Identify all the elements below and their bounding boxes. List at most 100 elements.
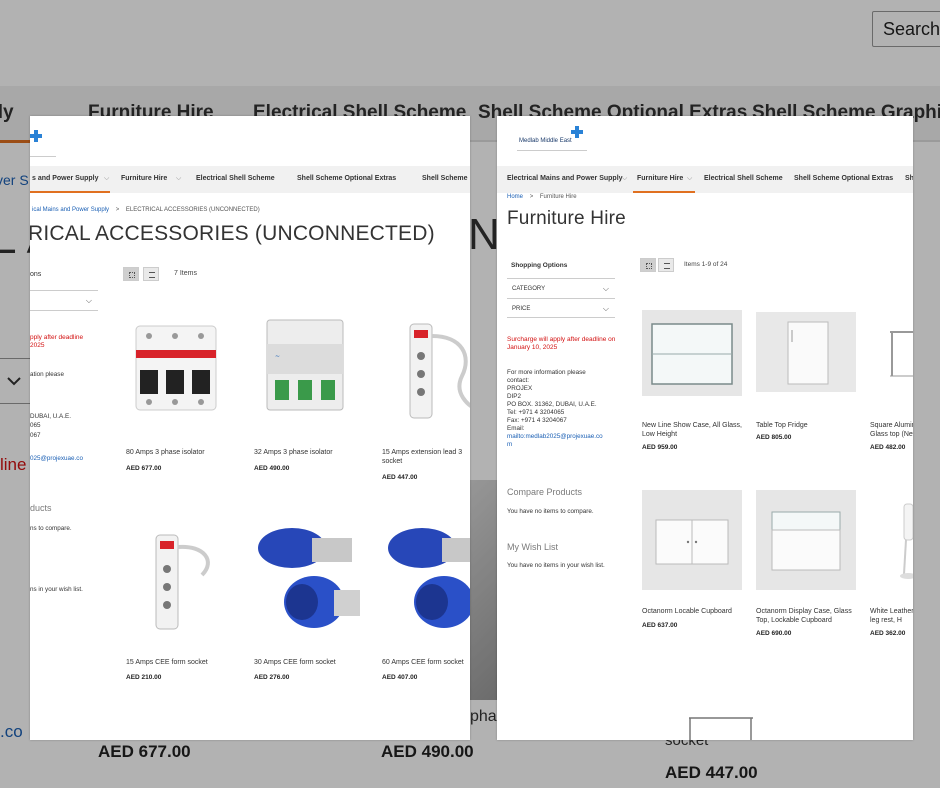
grid-view-icon[interactable] bbox=[640, 258, 656, 272]
nav-item-shell-extras[interactable]: Shell Scheme Optional Extras bbox=[297, 175, 396, 182]
product-image-80a-isolator[interactable] bbox=[126, 316, 226, 416]
product-image-30a-cee[interactable] bbox=[252, 520, 364, 640]
medlab-logo[interactable]: Medlab Middle East bbox=[509, 124, 587, 158]
nav-item-furniture[interactable]: Furniture Hire bbox=[121, 175, 167, 182]
medlab-logo[interactable] bbox=[30, 124, 90, 158]
contact-line: Fax: +971 4 3204067 bbox=[507, 417, 567, 424]
product-image-15a-socket[interactable] bbox=[126, 521, 226, 630]
product-image-extension-lead[interactable] bbox=[392, 316, 470, 419]
chevron-down-icon: ⌵ bbox=[602, 304, 609, 313]
breadcrumb-home[interactable]: Home bbox=[507, 194, 523, 200]
isolator-icon: ~ bbox=[266, 319, 344, 411]
surcharge-notice: Surcharge will apply after deadline on J… bbox=[507, 336, 616, 351]
chevron-down-icon[interactable]: ⌵ bbox=[687, 175, 692, 183]
nav-item-shell-extras[interactable]: Shell Scheme Optional Extras bbox=[794, 175, 893, 182]
product-price-30a-cee: AED 276.00 bbox=[254, 674, 290, 681]
list-view-icon[interactable] bbox=[658, 258, 674, 272]
left-screenshot-panel: s and Power Supply ⌵ Furniture Hire ⌵ El… bbox=[30, 116, 470, 740]
svg-text:~: ~ bbox=[275, 353, 280, 360]
product-price-80a-isolator: AED 677.00 bbox=[126, 465, 162, 472]
product-price-32a-isolator: AED 490.00 bbox=[254, 465, 290, 472]
product-name-32a-isolator[interactable]: 32 Amps 3 phase isolator bbox=[254, 448, 364, 457]
contact-info: For more information please contact: PRO… bbox=[507, 369, 619, 449]
medical-cross-icon bbox=[30, 130, 42, 142]
wishlist-empty-text: You have no items in your wish list. bbox=[507, 562, 605, 569]
product-image-fridge[interactable] bbox=[756, 312, 856, 392]
contact-tel: 065 bbox=[30, 422, 41, 429]
chevron-down-icon[interactable]: ⌵ bbox=[104, 175, 109, 183]
nav-item-electrical[interactable]: Electrical Mains and Power Supply bbox=[507, 175, 623, 182]
nav-item-shell-graphics[interactable]: Sh bbox=[905, 175, 913, 182]
contact-line: PROJEX bbox=[507, 385, 533, 392]
product-name-30a-cee[interactable]: 30 Amps CEE form socket bbox=[254, 658, 364, 667]
product-name-square-table[interactable]: Square Alumin Glass top (New bbox=[870, 421, 913, 439]
product-price-15a-socket: AED 210.00 bbox=[126, 674, 162, 681]
nav-item-furniture[interactable]: Furniture Hire bbox=[637, 175, 683, 182]
product-name-15a-socket[interactable]: 15 Amps CEE form socket bbox=[126, 658, 236, 667]
product-price-cupboard: AED 637.00 bbox=[642, 622, 678, 629]
contact-email-link-tail[interactable]: m bbox=[507, 441, 619, 449]
contact-line: contact: bbox=[507, 377, 530, 384]
product-price-extension-lead: AED 447.00 bbox=[382, 474, 418, 481]
nav-item-electrical-shell[interactable]: Electrical Shell Scheme bbox=[704, 175, 783, 182]
product-name-cupboard[interactable]: Octanorm Locable Cupboard bbox=[642, 607, 752, 616]
product-price-display-case: AED 690.00 bbox=[756, 630, 792, 637]
contact-line: Email: bbox=[507, 425, 525, 432]
nav-item-electrical-shell[interactable]: Electrical Shell Scheme bbox=[196, 175, 275, 182]
toolbar-item-count: 7 Items bbox=[174, 270, 197, 277]
product-image-square-table[interactable] bbox=[870, 312, 913, 392]
surcharge-line-2: 2025 bbox=[30, 342, 45, 349]
product-image-60a-cee[interactable] bbox=[382, 520, 470, 640]
chevron-down-icon: ⌵ bbox=[602, 284, 609, 293]
right-nav-bar: Electrical Mains and Power Supply ⌵ Furn… bbox=[497, 166, 913, 193]
product-image-display-case[interactable] bbox=[756, 490, 856, 590]
page-title: RICAL ACCESSORIES (UNCONNECTED) bbox=[30, 222, 435, 245]
nav-item-shell-graphics[interactable]: Shell Scheme bbox=[422, 175, 468, 182]
product-image-32a-isolator[interactable]: ~ bbox=[255, 312, 355, 412]
logo-divider bbox=[517, 150, 587, 151]
product-name-extension-lead[interactable]: 15 Amps extension lead 3 socket bbox=[382, 448, 470, 466]
product-name-show-case[interactable]: New Line Show Case, All Glass, Low Heigh… bbox=[642, 421, 742, 439]
filter-category[interactable]: ⌵ bbox=[30, 290, 98, 310]
filter-divider bbox=[30, 310, 98, 311]
compare-empty-text: You have no items to compare. bbox=[507, 508, 594, 515]
product-name-white-chair[interactable]: White Leather ing leg rest, H bbox=[870, 607, 913, 625]
product-image-partial[interactable] bbox=[687, 716, 757, 740]
contact-info: ation please bbox=[30, 371, 64, 378]
nav-item-electrical[interactable]: s and Power Supply bbox=[32, 175, 99, 182]
filter-price[interactable]: PRICE ⌵ bbox=[507, 298, 615, 318]
white-chair-icon bbox=[900, 503, 913, 579]
wishlist-title: My Wish List bbox=[507, 542, 559, 552]
product-image-white-chair[interactable] bbox=[870, 496, 913, 586]
product-image-show-case[interactable] bbox=[642, 310, 742, 396]
surcharge-notice: pply after deadline 2025 bbox=[30, 334, 83, 350]
contact-line: PO BOX. 31362, DUBAI, U.A.E. bbox=[507, 401, 597, 408]
medical-cross-icon bbox=[571, 126, 583, 138]
chevron-down-icon[interactable]: ⌵ bbox=[176, 175, 181, 183]
contact-line: For more information please bbox=[507, 369, 586, 376]
glass-showcase-icon bbox=[642, 310, 742, 396]
filter-category[interactable]: CATEGORY ⌵ bbox=[507, 278, 615, 298]
product-name-80a-isolator[interactable]: 80 Amps 3 phase isolator bbox=[126, 448, 236, 457]
view-mode-toggle bbox=[123, 267, 159, 281]
isolator-icon bbox=[135, 325, 217, 411]
breadcrumb-link[interactable]: ical Mains and Power Supply bbox=[32, 207, 109, 213]
extension-lead-icon bbox=[409, 323, 470, 419]
product-name-display-case[interactable]: Octanorm Display Case, Glass Top, Lockab… bbox=[756, 607, 856, 625]
product-name-60a-cee[interactable]: 60 Amps CEE form socket bbox=[382, 658, 470, 667]
cee-plug-icon bbox=[388, 528, 470, 628]
cupboard-icon bbox=[642, 490, 742, 590]
surcharge-line-1: pply after deadline bbox=[30, 334, 84, 341]
chevron-down-icon: ⌵ bbox=[85, 296, 92, 305]
product-price-show-case: AED 959.00 bbox=[642, 444, 678, 451]
breadcrumb-separator: > bbox=[115, 207, 120, 213]
product-name-fridge[interactable]: Table Top Fridge bbox=[756, 421, 866, 430]
grid-view-icon[interactable] bbox=[123, 267, 139, 281]
nav-active-underline bbox=[633, 191, 695, 193]
product-image-cupboard[interactable] bbox=[642, 490, 742, 590]
nav-active-underline bbox=[30, 191, 110, 193]
contact-email-link[interactable]: mailto:medlab2025@projexuae.co bbox=[507, 433, 619, 441]
list-view-icon[interactable] bbox=[143, 267, 159, 281]
chevron-down-icon[interactable]: ⌵ bbox=[622, 175, 627, 183]
contact-email-link[interactable]: 025@projexuae.co bbox=[30, 455, 83, 463]
